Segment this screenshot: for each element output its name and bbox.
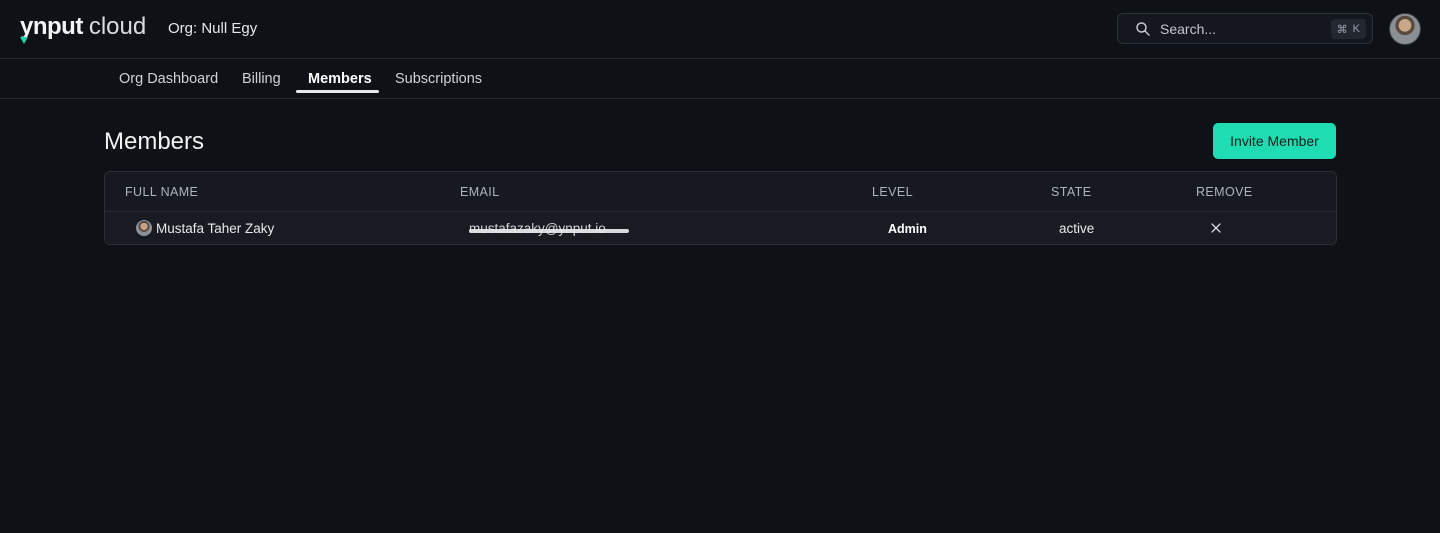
logo-product: cloud	[88, 13, 147, 40]
top-bar: ynput cloud Org: Null Egy Search... ⌘ K	[0, 0, 1440, 59]
tab-subscriptions[interactable]: Subscriptions	[395, 59, 482, 95]
member-state: active	[1059, 221, 1095, 236]
members-table: FULL NAME EMAIL LEVEL STATE REMOVE Musta…	[104, 171, 1337, 245]
search-icon	[1136, 22, 1150, 36]
user-avatar[interactable]	[1389, 13, 1421, 45]
invite-member-button[interactable]: Invite Member	[1213, 123, 1336, 159]
email-redaction	[469, 229, 629, 233]
column-remove: REMOVE	[1196, 185, 1253, 199]
search-placeholder: Search...	[1160, 21, 1217, 37]
search-box[interactable]: Search... ⌘ K	[1117, 13, 1373, 44]
active-tab-indicator	[296, 90, 379, 93]
member-level[interactable]: Admin	[888, 222, 927, 236]
column-email[interactable]: EMAIL	[460, 185, 500, 199]
table-row[interactable]: Mustafa Taher Zaky mustafazaky@ynput.io …	[105, 212, 1336, 244]
logo[interactable]: ynput cloud	[20, 12, 147, 44]
member-full-name: Mustafa Taher Zaky	[156, 221, 275, 236]
tab-org-dashboard[interactable]: Org Dashboard	[119, 59, 218, 95]
shortcut-key: K	[1352, 23, 1360, 35]
shortcut-mod-key: ⌘	[1336, 23, 1348, 36]
logo-brand: ynput	[20, 12, 83, 44]
column-state[interactable]: STATE	[1051, 185, 1091, 199]
logo-accent-icon	[20, 37, 28, 44]
member-email: mustafazaky@ynput.io	[469, 221, 629, 236]
close-icon[interactable]	[1210, 222, 1222, 234]
tab-billing[interactable]: Billing	[242, 59, 281, 95]
org-tabs: Org Dashboard Billing Members Subscripti…	[0, 59, 1440, 99]
table-header: FULL NAME EMAIL LEVEL STATE REMOVE	[105, 172, 1336, 212]
member-avatar	[136, 220, 152, 236]
search-shortcut: ⌘ K	[1330, 19, 1366, 39]
page-title: Members	[104, 128, 205, 155]
column-level[interactable]: LEVEL	[872, 185, 913, 199]
org-label[interactable]: Org: Null Egy	[168, 20, 257, 37]
column-full-name[interactable]: FULL NAME	[125, 185, 198, 199]
